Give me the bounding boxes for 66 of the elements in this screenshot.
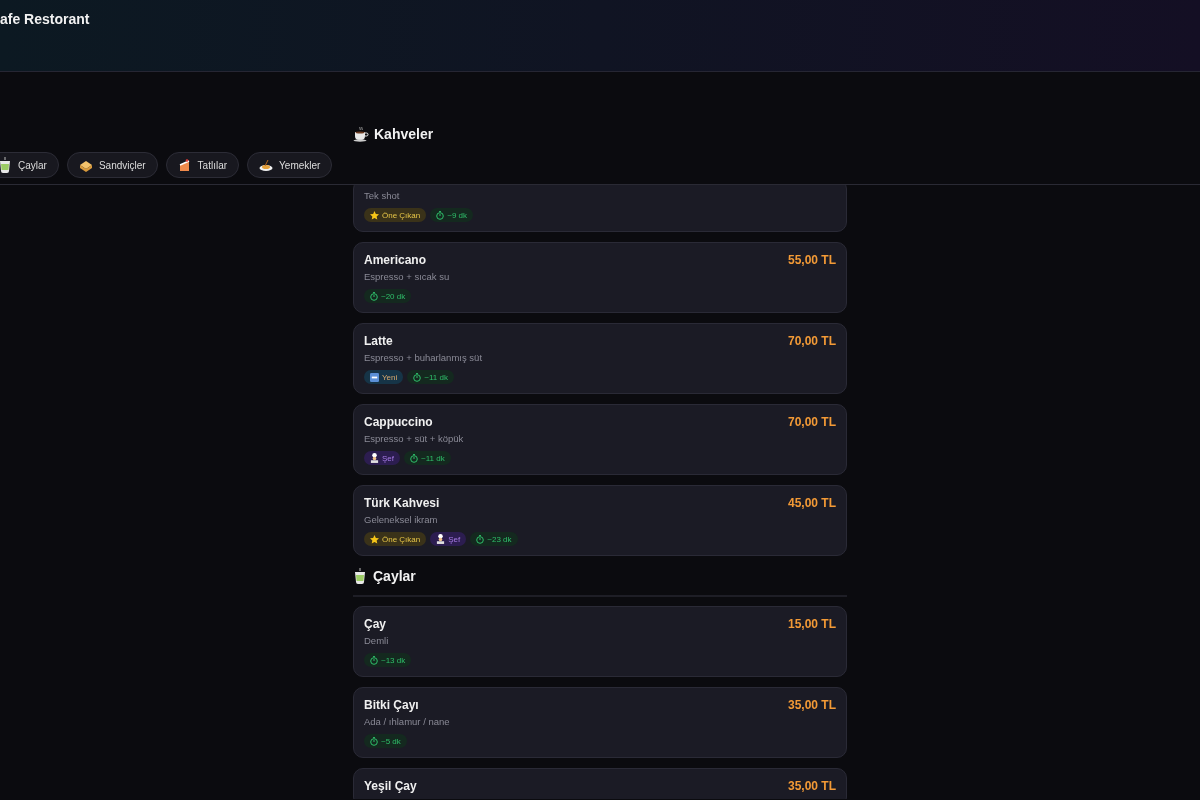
category-chip[interactable]: Sandviçler (66, 152, 158, 178)
chef-icon (436, 534, 446, 544)
item-name: Bitki Çayı (364, 698, 419, 712)
tea-cup-icon (353, 568, 367, 584)
star-icon (370, 534, 379, 544)
item-price: 35,00 TL (787, 779, 836, 793)
category-chip[interactable]: Çaylar (0, 152, 59, 178)
prep-time-badge: ~5 dk (364, 734, 407, 748)
stopwatch-icon (436, 210, 445, 220)
item-description: Espresso + süt + köpük (364, 433, 465, 445)
item-name: Türk Kahvesi (364, 496, 440, 510)
item-description: Tek shot (364, 190, 401, 202)
prep-time-badge: ~9 dk (430, 208, 474, 222)
cake-icon (177, 158, 192, 172)
menu-item-card[interactable]: Türk Kahvesi 45,00 TL Geleneksel ikram Öne Çıkan Şef ~23 dk (353, 485, 847, 556)
menu-item-card[interactable]: Latte 70,00 TL Espresso + buharlanmış süt Yeni ~11 dk (353, 323, 847, 394)
stopwatch-icon (413, 372, 422, 382)
chef-badge: Şef (430, 532, 467, 546)
prep-time-badge: ~23 dk (470, 532, 518, 546)
item-name: Cappuccino (364, 415, 433, 429)
tea-cup-icon (0, 157, 12, 173)
plate-icon (259, 158, 274, 172)
featured-badge: Öne Çıkan (364, 532, 427, 546)
item-price: 70,00 TL (787, 415, 836, 429)
stopwatch-icon (370, 736, 378, 746)
chef-badge: Şef (364, 451, 400, 465)
sandwich-icon (78, 158, 93, 172)
item-description: Espresso + sıcak su (364, 271, 451, 283)
menu-item-card[interactable]: Cappuccino 70,00 TL Espresso + süt + köpük Şef ~11 dk (353, 404, 847, 475)
item-price: 45,00 TL (787, 496, 836, 510)
stopwatch-icon (410, 453, 418, 463)
item-price: 15,00 TL (787, 617, 836, 631)
category-chip[interactable]: Yemekler (247, 152, 333, 178)
new-badge: Yeni (364, 370, 404, 384)
item-description: Espresso + buharlanmış süt (364, 352, 484, 364)
menu-item-card[interactable]: Bitki Çayı 35,00 TL Ada / ıhlamur / nane ~5 dk (353, 687, 847, 758)
menu-item-card[interactable]: Tek shot Öne Çıkan ~9 dk (353, 185, 847, 232)
item-description: Ada / ıhlamur / nane (364, 716, 451, 728)
prep-time-badge: ~11 dk (404, 451, 451, 465)
item-price: 35,00 TL (787, 698, 836, 712)
site-title: afe Restorant (0, 10, 90, 27)
item-name: Latte (364, 334, 393, 348)
item-description: Demli (364, 635, 390, 647)
section-heading: Çaylar (373, 568, 416, 584)
stopwatch-icon (476, 534, 485, 544)
new-icon (370, 372, 379, 382)
stopwatch-icon (370, 291, 378, 301)
item-description: Geleneksel ikram (364, 514, 439, 526)
prep-time-badge: ~13 dk (364, 653, 412, 667)
menu-item-card[interactable]: Americano 55,00 TL Espresso + sıcak su ~20 dk (353, 242, 847, 313)
menu-item-card[interactable]: Yeşil Çay 35,00 TL (353, 768, 847, 799)
item-name: Yeşil Çay (364, 779, 417, 793)
star-icon (370, 210, 379, 220)
chef-icon (370, 453, 379, 463)
item-price: 70,00 TL (787, 334, 836, 348)
category-chip[interactable]: Tatlılar (165, 152, 240, 178)
stopwatch-icon (370, 655, 378, 665)
coffee-cup-icon (353, 126, 369, 142)
item-price: 55,00 TL (787, 253, 836, 267)
prep-time-badge: ~11 dk (407, 370, 454, 384)
item-name: Çay (364, 617, 386, 631)
menu-item-card[interactable]: Çay 15,00 TL Demli ~13 dk (353, 606, 847, 677)
section-heading: Kahveler (374, 126, 434, 142)
item-name: Americano (364, 253, 427, 267)
featured-badge: Öne Çıkan (364, 208, 427, 222)
prep-time-badge: ~20 dk (364, 289, 412, 303)
